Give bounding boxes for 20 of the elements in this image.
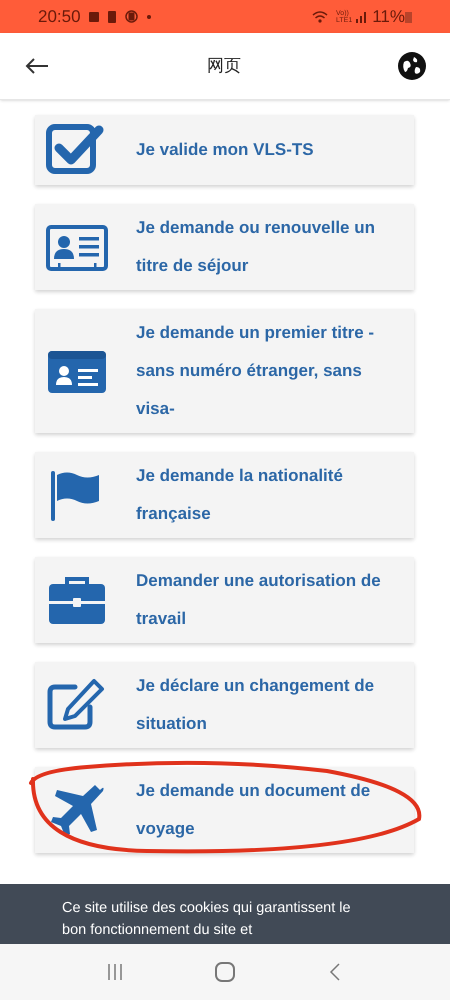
record-notification-icon	[124, 10, 138, 23]
globe-icon[interactable]	[398, 52, 426, 80]
battery-notification-icon	[108, 10, 116, 22]
cookie-text: Ce site utilise des cookies qui garantissent le bon fonctionnement du site et	[62, 899, 352, 940]
service-card[interactable]: Je demande ou renouvelle un titre de séjour	[35, 204, 414, 290]
service-card[interactable]: Je demande la nationalité française	[35, 452, 414, 538]
battery-icon	[405, 10, 412, 22]
service-card[interactable]: Je valide mon VLS-TS	[35, 115, 414, 185]
status-time: 20:50	[38, 6, 81, 28]
wifi-icon	[312, 10, 328, 24]
page-title: 网页	[207, 55, 241, 78]
home-button[interactable]	[215, 962, 235, 982]
service-card[interactable]: Demander une autorisation de travail	[35, 557, 414, 643]
signal-icon	[356, 10, 368, 22]
photo-notification-icon	[88, 12, 99, 22]
service-card[interactable]: Je demande un document de voyage	[35, 767, 414, 853]
service-card[interactable]: Je demande un premier titre - sans numéro étranger, sans visa-	[35, 309, 414, 433]
dot-icon	[146, 14, 151, 18]
service-card[interactable]: Je déclare un changement de situation	[35, 662, 414, 748]
battery-percent: 11%	[372, 6, 405, 28]
